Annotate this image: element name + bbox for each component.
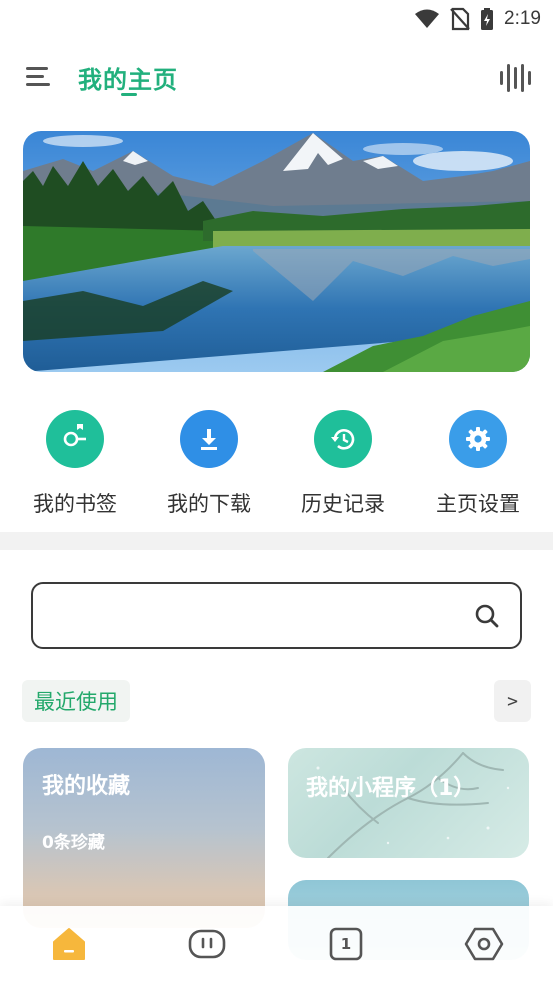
- download-icon: [180, 410, 238, 468]
- chat-bubble-icon: [188, 929, 226, 959]
- search-input[interactable]: [49, 584, 469, 646]
- section-divider: [0, 532, 553, 550]
- hexagon-settings-icon: [464, 927, 504, 961]
- voice-bar: [507, 64, 510, 92]
- menu-line: [26, 83, 50, 86]
- menu-line: [26, 75, 44, 78]
- voice-bar: [528, 71, 531, 85]
- quick-action-label: 我的下载: [167, 492, 251, 516]
- status-icons: 2:19: [414, 6, 541, 32]
- mini-programs-card-title: 我的小程序（1）: [306, 776, 476, 801]
- quick-action-downloads[interactable]: 我的下载: [149, 408, 269, 518]
- status-bar: 2:19: [0, 0, 553, 38]
- banner-image[interactable]: [23, 131, 530, 372]
- voice-bar: [521, 64, 524, 92]
- quick-action-bookmarks[interactable]: 我的书签: [15, 408, 135, 518]
- page-title: 我的主页: [78, 66, 178, 94]
- voice-bar: [514, 67, 517, 89]
- nav-settings[interactable]: [462, 924, 506, 964]
- search-icon[interactable]: [474, 603, 500, 629]
- nav-tabs[interactable]: 1: [324, 924, 368, 964]
- voice-bar: [500, 71, 503, 85]
- favorites-count: 0条珍藏: [42, 833, 105, 853]
- tabs-count: 1: [340, 935, 352, 953]
- gear-icon: [449, 410, 507, 468]
- quick-actions: 我的书签 我的下载 历史记录 主页设置: [0, 408, 553, 518]
- search-box[interactable]: [31, 582, 522, 649]
- bottom-nav: 1: [0, 906, 553, 983]
- status-time: 2:19: [504, 8, 541, 29]
- wifi-icon: [415, 9, 440, 28]
- menu-line: [26, 67, 48, 70]
- quick-action-label: 我的书签: [33, 492, 117, 516]
- quick-action-label: 主页设置: [436, 492, 520, 516]
- mountain-lake-illustration: [23, 131, 530, 372]
- favorites-card-title: 我的收藏: [42, 774, 131, 799]
- app-bar: 我的主页: [0, 48, 553, 106]
- voice-icon[interactable]: [497, 62, 531, 92]
- menu-button[interactable]: [22, 62, 56, 92]
- branch-decoration: [316, 752, 510, 858]
- mini-programs-card[interactable]: 我的小程序（1）: [288, 748, 529, 858]
- home-icon: [53, 928, 85, 960]
- quick-action-history[interactable]: 历史记录: [283, 408, 403, 518]
- favorites-card[interactable]: 我的收藏 0条珍藏: [23, 748, 265, 928]
- recent-more-button[interactable]: >: [494, 680, 531, 722]
- bookmark-key-icon: [46, 410, 104, 468]
- no-sim-icon: [450, 7, 470, 31]
- recent-used-text: 最近使用: [34, 690, 118, 714]
- recent-used-label: 最近使用: [22, 680, 130, 722]
- battery-charging-icon: [481, 8, 494, 30]
- home-page: 2:19 我的主页 我的书签 我的下载 历史记录 主页设置 最近使用 > 我的收…: [0, 0, 553, 983]
- nav-chat[interactable]: [185, 924, 229, 964]
- quick-action-home-settings[interactable]: 主页设置: [418, 408, 538, 518]
- nav-home[interactable]: [47, 924, 91, 964]
- title-underline: [121, 93, 137, 96]
- quick-action-label: 历史记录: [301, 492, 385, 516]
- history-icon: [314, 410, 372, 468]
